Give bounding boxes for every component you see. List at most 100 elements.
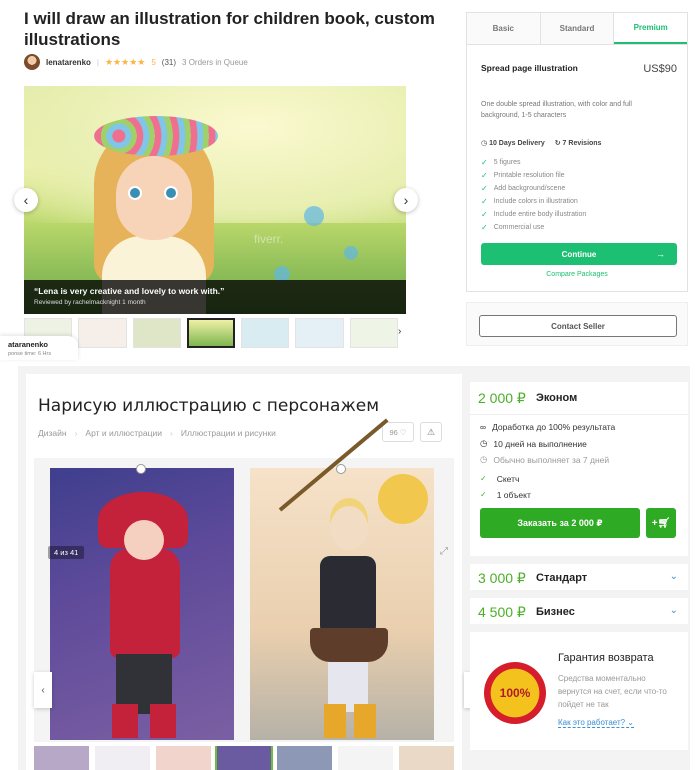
chevron-down-icon: ⌄ [627, 718, 634, 727]
carousel-prev-button[interactable]: ‹ [14, 188, 38, 212]
tab-basic[interactable]: Basic [467, 13, 541, 44]
plan-business[interactable]: 4 500 ₽ Бизнес ⌄ [470, 598, 688, 624]
gallery-prev-button[interactable]: ‹ [34, 672, 52, 708]
chevron-right-icon: › [170, 428, 173, 438]
jester-boot [112, 704, 138, 738]
breadcrumb-item[interactable]: Дизайн [38, 428, 67, 438]
thumbnail-strip [34, 746, 454, 770]
feature-item: ✓ Скетч [480, 474, 519, 484]
fool-head [330, 506, 368, 550]
sun [378, 474, 428, 524]
fool-boot [324, 704, 346, 738]
chevron-down-icon: ⌄ [669, 571, 678, 582]
tab-standard[interactable]: Standard [540, 13, 615, 44]
seller-card-name: ataranenko [8, 340, 49, 349]
seller-avatar[interactable] [24, 54, 40, 70]
guarantee-card: 100% Гарантия возврата Средства моментал… [470, 632, 688, 750]
thumbnail[interactable] [349, 318, 398, 348]
feature-label: Скетч [496, 474, 520, 484]
review-count[interactable]: (31) [162, 58, 176, 67]
thumbnail[interactable] [241, 318, 290, 348]
breadcrumb-item[interactable]: Арт и иллюстрации [85, 428, 162, 438]
delivery-info: ◷ 10 Days Delivery [481, 139, 545, 147]
thumbnail[interactable] [338, 746, 394, 770]
thumbnail[interactable] [94, 746, 150, 770]
list-item: ✓ Add background/scene [481, 182, 586, 195]
delivery-label: 10 Days Delivery [489, 140, 545, 147]
kwork-section: Нарисую иллюстрацию с персонажем Дизайн … [18, 366, 690, 770]
contact-seller-button[interactable]: Contact Seller [479, 315, 677, 337]
tab-premium[interactable]: Premium [614, 13, 688, 44]
thumbnail[interactable] [78, 318, 127, 348]
thumbnail-active[interactable] [186, 318, 236, 348]
girl-eye [164, 186, 178, 200]
seller-card[interactable]: ataranenko ponse time: 6 Hrs [0, 336, 78, 360]
fool-skirt [310, 628, 388, 662]
infinity-icon: ∞ [480, 422, 487, 432]
fullscreen-icon[interactable]: ⤢ [440, 546, 448, 557]
breadcrumb-item[interactable]: Иллюстрации и рисунки [181, 428, 276, 438]
review-quote: “Lena is very creative and lovely to wor… [34, 286, 225, 296]
cart-icon: +🛒︎ [651, 517, 671, 529]
report-button[interactable]: ⚠ [420, 422, 442, 442]
package-tabs: Basic Standard Premium [467, 13, 688, 45]
check-icon: ✓ [481, 197, 488, 206]
package-meta: ◷ 10 Days Delivery ↻ 7 Revisions [481, 139, 601, 147]
contact-area: Contact Seller [466, 302, 688, 346]
flower-crown [94, 116, 218, 156]
carousel-next-button[interactable]: › [394, 188, 418, 212]
review-overlay: “Lena is very creative and lovely to wor… [24, 280, 406, 314]
plan-price: 3 000 ₽ [478, 570, 526, 586]
rating-value: 5 [151, 57, 156, 67]
thumbnail[interactable] [277, 746, 333, 770]
plan-name: Стандарт [536, 572, 588, 584]
continue-button[interactable]: Continue → [481, 243, 677, 265]
check-icon: ✓ [480, 474, 487, 483]
plan-name: Бизнес [536, 606, 575, 618]
package-panel: Basic Standard Premium Spread page illus… [466, 12, 688, 292]
like-count: 96 [389, 427, 398, 437]
seller-name[interactable]: lenatarenko [46, 58, 91, 67]
image-background [24, 86, 406, 223]
thumbnail[interactable] [399, 746, 454, 770]
chevron-right-icon: › [74, 428, 78, 438]
option-item: ◷ 10 дней на выполнение [480, 438, 587, 449]
decor-flower [344, 246, 358, 260]
add-to-cart-button[interactable]: +🛒︎ [646, 508, 676, 538]
continue-label: Continue [561, 249, 597, 259]
arrow-right-icon: → [656, 249, 665, 259]
order-button[interactable]: Заказать за 2 000 ₽ [480, 508, 640, 538]
feature-item: ✓ 1 объект [480, 490, 531, 500]
thumbnail[interactable] [132, 318, 181, 348]
how-it-works-link[interactable]: Как это работает? ⌄ [558, 718, 634, 728]
feature-label: Include colors in illustration [493, 198, 578, 205]
compare-packages-link[interactable]: Compare Packages [467, 271, 687, 278]
plan-economy: 2 000 ₽ Эконом ∞ Доработка до 100% резуль… [470, 382, 688, 556]
package-header: Spread page illustration US$90 [481, 63, 677, 75]
thumbnail[interactable] [34, 746, 89, 770]
option-item: ∞ Доработка до 100% результата [480, 422, 615, 432]
jester-face [124, 520, 164, 560]
guarantee-title: Гарантия возврата [558, 652, 654, 664]
review-author: Reviewed by rachelmacknight 1 month [34, 299, 146, 306]
fool-body [320, 556, 376, 636]
feature-list: ✓ 5 figures ✓ Printable resolution file ✓ A… [481, 156, 586, 234]
check-icon: ✓ [481, 158, 488, 167]
thumbnail[interactable] [295, 318, 344, 348]
clock-icon: ◷ [480, 454, 488, 464]
thumbnail[interactable] [155, 746, 211, 770]
gig-title: I will draw an illustration for children… [24, 9, 435, 49]
revisions-label: 7 Revisions [562, 140, 602, 147]
gallery-image-fool[interactable] [250, 418, 434, 740]
thumb-next-icon[interactable]: › [398, 326, 401, 337]
clock-icon: ◷ [481, 140, 488, 147]
girl-eye [128, 186, 142, 200]
plan-standard[interactable]: 3 000 ₽ Стандарт ⌄ [470, 564, 688, 590]
list-item: ✓ Commercial use [481, 221, 586, 234]
clock-icon: ◷ [480, 438, 488, 448]
thumbnail-active[interactable] [214, 746, 274, 770]
package-description: One double spread illustration, with col… [481, 101, 632, 119]
girl-face [116, 156, 192, 240]
gallery-image-jester[interactable] [50, 464, 234, 740]
like-button[interactable]: 96 ♡ [382, 422, 414, 442]
